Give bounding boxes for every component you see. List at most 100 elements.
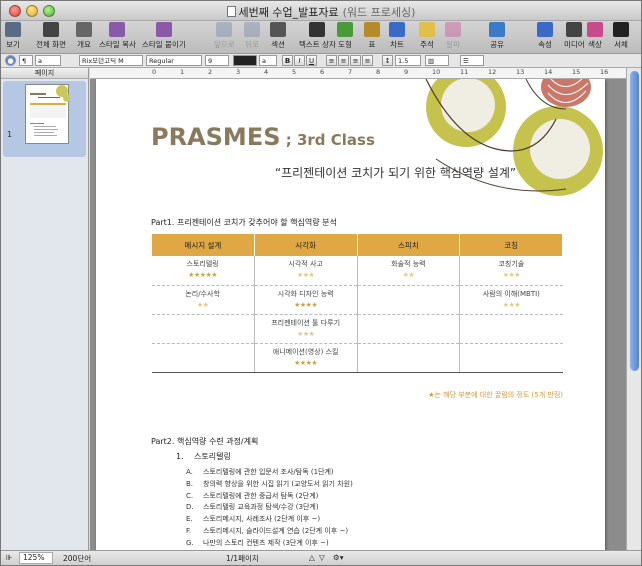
ruler-number: 8 [376,68,381,76]
table-cell[interactable] [459,343,563,373]
toolbar-textbox-button[interactable]: 텍스트 상자 [299,22,336,53]
page-thumbnail[interactable] [25,84,71,144]
scrollbar-thumb[interactable] [630,71,639,371]
paragraph-style-menu[interactable]: ¶ [19,55,33,66]
document-page[interactable]: PRASMES ; 3rd Class “프리젠테이션 코치가 되기 위한 핵심… [96,79,605,550]
table-cell[interactable] [151,314,255,344]
table-cell[interactable]: 시각적 사고 ★★★ [253,256,357,286]
toolbar-alpha-button[interactable]: 알파 [445,22,461,53]
line-spacing-select[interactable]: 1.5 [395,55,421,66]
list-item[interactable]: F. 스토리메시지, 슬라이드설계 연습 (2단계 이후 ~) [186,526,353,538]
competency-table[interactable]: 메시지 설계 시각화 스피치 코칭 스토리텔링 ★★★★★ 시각적 사고 ★★★ 화술적 능력… [151,234,563,373]
list-item-text: 스토리텔링 교육과정 탐색/수강 (3단계) [203,503,319,512]
format-info-icon[interactable]: ● [5,55,16,66]
vertical-scrollbar[interactable] [626,68,641,550]
table-cell[interactable]: 애니메이션(영상) 스킬 ★★★★ [253,343,357,373]
underline-button[interactable]: U [306,55,317,66]
table-row: 스토리텔링 ★★★★★ 시각적 사고 ★★★ 화술적 능력 ★★ 코칭기술 ★★★ [151,256,563,286]
table-cell[interactable]: 스토리텔링 ★★★★★ [151,256,255,286]
columns-select[interactable]: ▥ [425,55,449,66]
storytelling-sub-list[interactable]: A. 스토리텔링에 관한 입문서 조사/탐독 (1단계) B. 창의력 향상을 위한 … [186,467,353,550]
toolbar-colors-button[interactable]: 색상 [587,22,603,53]
toolbar-view-button[interactable]: 보기 [5,22,21,53]
table-cell[interactable]: 논리/수사학 ★★ [151,285,255,315]
paste-style-icon [155,22,172,37]
toolbar-media-button[interactable]: 미디어 [564,22,585,53]
toolbar-fullscreen-button[interactable]: 전체 화면 [36,22,66,53]
list-item[interactable]: G. 나만의 스토리 컨텐츠 제작 (3단계 이후 ~) [186,538,353,550]
list-item-storytelling[interactable]: 1. 스토리텔링 [176,451,231,462]
toolbar-bring-forward-button[interactable]: 앞으로 [214,22,235,53]
list-item[interactable]: B. 창의력 향상을 위한 시집 읽기 (교양도서 읽기 차원) [186,479,353,491]
textbox-icon [309,22,326,37]
table-cell[interactable]: 코칭기술 ★★★ [459,256,563,286]
font-style-select[interactable]: Regular [146,55,202,66]
star-rating: ★★★ [296,271,315,280]
toolbar-chart-button[interactable]: 차트 [389,22,405,53]
align-right-button[interactable]: ≡ [350,55,361,66]
align-center-button[interactable]: ≡ [338,55,349,66]
toolbar-label: 스타일 붙이기 [142,40,186,49]
toolbar-inspector-button[interactable]: 속성 [537,22,553,53]
part1-heading[interactable]: Part1. 프리젠테이션 코치가 갖추어야 할 핵심역량 분석 [151,217,337,228]
sidebar-toggle-icon[interactable]: ⊪ [6,553,13,562]
toolbar: 보기 전체 화면 개요 스타일 복사 스타일 붙이기 앞으로 뒤로 섹션 텍스트 상자 도형 표 차트… [1,21,641,54]
toolbar-fonts-button[interactable]: 서체 [613,22,629,53]
competency-label: 코칭기술 [498,260,525,269]
document-title[interactable]: PRASMES ; 3rd Class [151,123,375,151]
list-item[interactable]: E. 스토리메시지, 사례조사 (2단계 이후 ~) [186,514,353,526]
toolbar-shapes-button[interactable]: 도형 [337,22,353,53]
competency-label: 애니메이션(영상) 스킬 [272,347,339,356]
font-family-select[interactable]: Rix모던고딕 M [79,55,143,66]
word-count[interactable]: 200단어 [63,553,91,564]
table-cell[interactable]: 시각화 디자인 능력 ★★★★ [253,285,357,315]
list-item-letter: B. [186,479,194,488]
char-style-select[interactable]: a [259,55,277,66]
title-bar[interactable]: 세번째 수업_발표자료 (워드 프로세싱) [1,1,641,21]
shapes-icon [337,22,353,37]
toolbar-paste-style-button[interactable]: 스타일 붙이기 [142,22,186,53]
align-left-button[interactable]: ≡ [326,55,337,66]
gear-icon[interactable]: ⚙▾ [333,553,344,562]
table-cell[interactable]: 프리젠테이션 툴 다루기 ★★★ [253,314,357,344]
list-number: 1. [176,452,184,461]
table-cell[interactable]: 사람의 이해(MBTI) ★★★ [459,285,563,315]
toolbar-copy-style-button[interactable]: 스타일 복사 [99,22,136,53]
bold-button[interactable]: B [282,55,293,66]
table-cell[interactable] [459,314,563,344]
page-up-icon[interactable]: △ [309,553,315,562]
list-item[interactable]: D. 스토리텔링 교육과정 탐색/수강 (3단계) [186,502,353,514]
toolbar-share-button[interactable]: 공유 [489,22,505,53]
toolbar-send-backward-button[interactable]: 뒤로 [244,22,260,53]
toolbar-table-button[interactable]: 표 [364,22,380,53]
font-size-select[interactable]: 9 [205,55,229,66]
line-spacing-icon[interactable]: ↕ [382,55,393,66]
page-thumbnail-preview [30,85,71,136]
star-legend-note[interactable]: ★는 해당 부분에 대한 끌림의 정도 (5개 만점) [151,390,563,400]
table-cell[interactable] [356,314,460,344]
part2-heading[interactable]: Part2. 핵심역량 수련 과정/계획 [151,436,258,447]
page-down-icon[interactable]: ▽ [319,553,325,562]
star-rating: ★★★ [502,300,521,309]
justify-button[interactable]: ≡ [362,55,373,66]
toolbar-outline-button[interactable]: 개요 [76,22,92,53]
star-rating: ★★★★ [294,358,318,367]
table-cell[interactable] [151,343,255,373]
toolbar-label: 뒤로 [245,40,259,49]
italic-button[interactable]: I [294,55,305,66]
table-cell[interactable] [356,343,460,373]
zoom-select[interactable]: 125% [19,552,53,564]
table-cell[interactable] [356,285,460,315]
list-item[interactable]: A. 스토리텔링에 관한 입문서 조사/탐독 (1단계) [186,467,353,479]
table-cell[interactable]: 화술적 능력 ★★ [356,256,460,286]
list-style-select[interactable]: ☰ [460,55,484,66]
horizontal-ruler[interactable]: 01234567891011121314151617 [90,68,636,79]
text-color-well[interactable] [233,55,257,66]
toolbar-section-button[interactable]: 섹션 [270,22,286,53]
list-item[interactable]: C. 스토리텔링에 관한 중급서 탐독 (2단계) [186,491,353,503]
paragraph-style-select[interactable]: a [35,55,61,66]
document-icon [226,6,236,17]
fonts-icon [613,22,629,37]
toolbar-comment-button[interactable]: 주석 [419,22,435,53]
document-subtitle[interactable]: “프리젠테이션 코치가 되기 위한 핵심역량 설계” [96,164,605,181]
